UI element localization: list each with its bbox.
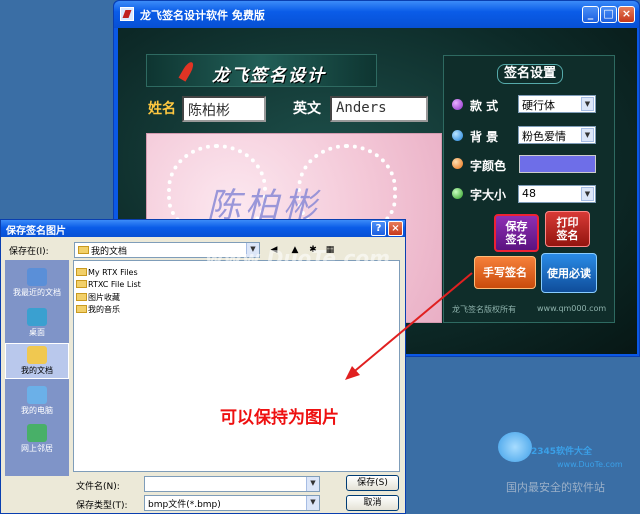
mascot-icon (498, 432, 532, 462)
brand-url-watermark: www.DuoTe.com (557, 460, 623, 469)
brand-watermark: 2345软件大全 (531, 447, 593, 457)
annotation-text: 可以保持为图片 (220, 408, 339, 428)
slogan-watermark: 国内最安全的软件站 (506, 481, 605, 494)
duote-watermark: www.DuoTe.com (205, 246, 390, 270)
